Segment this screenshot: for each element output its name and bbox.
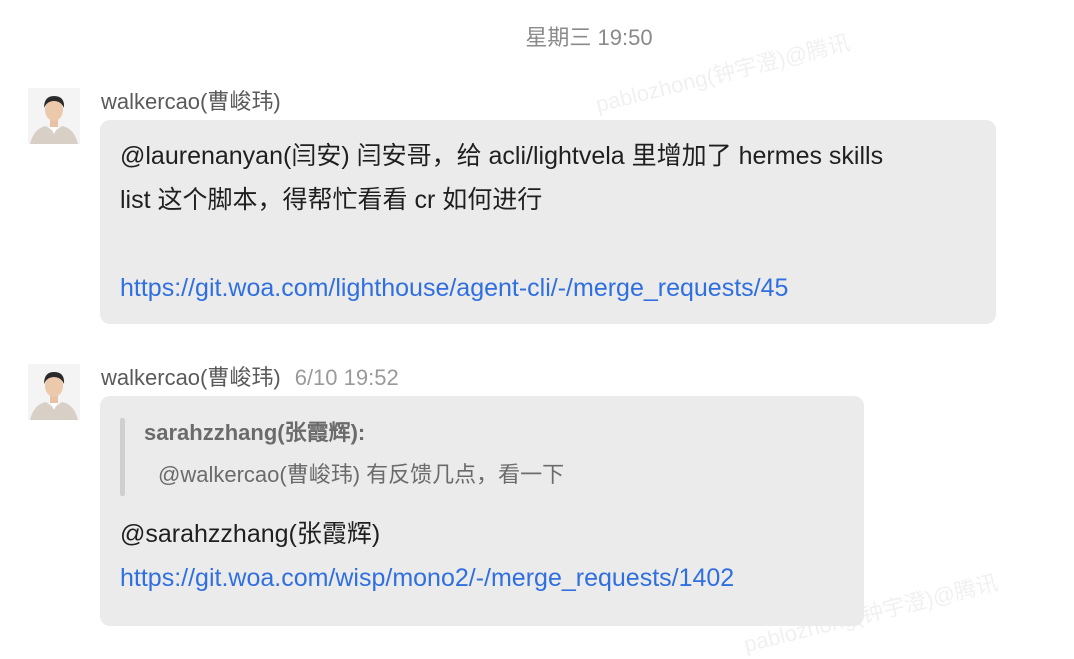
message-time: 6/10 19:52	[294, 365, 399, 390]
quote-bar	[120, 418, 125, 496]
mention-text[interactable]: @sarahzzhang(张霞辉)	[120, 514, 844, 554]
message-bubble[interactable]: @laurenanyan(闫安) 闫安哥，给 acli/lightvela 里增…	[100, 120, 996, 324]
merge-request-link[interactable]: https://git.woa.com/wisp/mono2/-/merge_r…	[120, 554, 844, 602]
quoted-message[interactable]: sarahzzhang(张霞辉): @walkercao(曹峻玮) 有反馈几点，…	[120, 414, 844, 498]
message-bubble[interactable]: sarahzzhang(张霞辉): @walkercao(曹峻玮) 有反馈几点，…	[100, 396, 864, 626]
quote-author: sarahzzhang(张霞辉):	[144, 420, 366, 445]
sender-name[interactable]: walkercao(曹峻玮)	[101, 84, 281, 116]
avatar[interactable]	[28, 88, 80, 144]
avatar[interactable]	[28, 364, 80, 420]
sender-name[interactable]: walkercao(曹峻玮) 6/10 19:52	[101, 360, 399, 392]
message-text-line: @laurenanyan(闫安) 闫安哥，给 acli/lightvela 里增…	[120, 142, 884, 170]
quote-text: @walkercao(曹峻玮) 有反馈几点，看一下	[158, 462, 565, 487]
sender-name-text[interactable]: walkercao(曹峻玮)	[101, 89, 281, 114]
date-separator: 星期三 19:50	[525, 25, 653, 50]
merge-request-link[interactable]: https://git.woa.com/lighthouse/agent-cli…	[120, 274, 788, 302]
sender-name-text[interactable]: walkercao(曹峻玮)	[101, 365, 281, 390]
user-avatar-icon	[28, 364, 80, 420]
user-avatar-icon	[28, 88, 80, 144]
message-text-line: list 这个脚本，得帮忙看看 cr 如何进行	[120, 186, 543, 214]
